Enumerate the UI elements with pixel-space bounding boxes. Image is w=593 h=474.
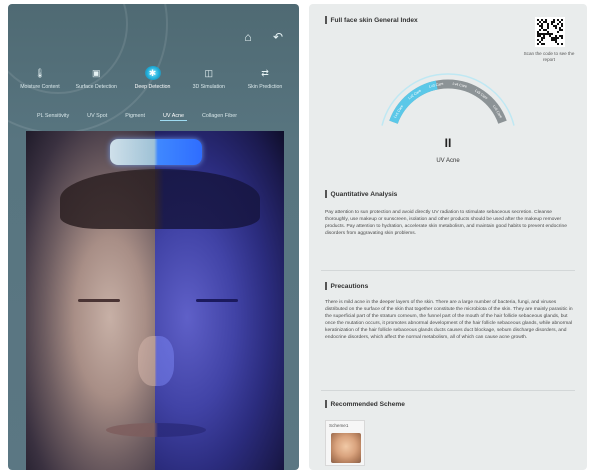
qr-module <box>557 31 559 33</box>
tab-pl-sensitivity[interactable]: PL Sensitivity <box>34 112 72 121</box>
molecule-icon: ✱ <box>144 66 161 80</box>
scheme-thumbnail <box>331 433 361 463</box>
qr-code[interactable] <box>535 17 565 47</box>
qr-module <box>561 43 563 45</box>
mode-3d-simulation[interactable]: ◫ 3D Simulation <box>181 66 237 91</box>
tab-collagen-fiber[interactable]: Collagen Fiber <box>199 112 240 121</box>
mode-skin-prediction[interactable]: ⇄ Skin Prediction <box>237 66 293 91</box>
precautions-text: There is mild acne in the deeper layers … <box>325 300 573 340</box>
qr-module <box>555 27 557 29</box>
section-marker <box>325 282 327 290</box>
hair-region <box>60 169 260 229</box>
mode-label: Skin Prediction <box>247 84 283 90</box>
uv-acne-gauge: Lv1 Care Lv2 Care Lv3 Care Lv4 Care Lv5 Care… <box>363 58 533 176</box>
qr-module <box>537 43 539 45</box>
mode-label: Surface Detection <box>75 84 117 90</box>
detection-mode-bar: 🌡 Moisture Content ▣ Surface Detection ✱… <box>8 66 299 90</box>
face-scan-image <box>26 131 284 470</box>
qr-module <box>557 43 559 45</box>
quantitative-text: Pay attention to sun protection and avoi… <box>325 210 567 236</box>
headband-device <box>110 139 202 165</box>
back-icon[interactable]: ↶ <box>271 30 285 44</box>
left-eye <box>78 299 120 302</box>
report-title-text: Full face skin General Index <box>330 16 418 24</box>
section-marker <box>325 16 327 24</box>
qr-module <box>541 39 543 41</box>
qr-module <box>553 21 555 23</box>
qr-module <box>551 33 553 35</box>
mode-deep-detection[interactable]: ✱ Deep Detection <box>125 66 181 90</box>
mode-label: 3D Simulation <box>192 84 225 90</box>
top-toolbar: ⌂ ↶ <box>241 30 285 44</box>
image-icon: ▣ <box>91 67 101 78</box>
analysis-subtabs: PL Sensitivity UV Spot Pigment UV Acne C… <box>34 112 240 121</box>
section-marker <box>325 400 327 408</box>
mode-label: Deep Detection <box>134 84 171 90</box>
home-icon[interactable]: ⌂ <box>241 30 255 44</box>
thermometer-icon: 🌡 <box>34 67 46 78</box>
qr-module <box>561 19 563 21</box>
qr-module <box>543 43 545 45</box>
tab-uv-acne[interactable]: UV Acne <box>160 112 188 121</box>
report-title: Full face skin General Index <box>325 16 418 24</box>
cube-icon: ◫ <box>204 67 213 78</box>
qr-module <box>557 37 559 39</box>
gauge-label: UV Acne <box>436 158 460 164</box>
mode-surface-detection[interactable]: ▣ Surface Detection <box>68 66 124 91</box>
scheme-card[interactable]: Scheme1 <box>325 420 365 466</box>
tab-pigment[interactable]: Pigment <box>122 112 148 121</box>
qr-module <box>557 23 559 25</box>
swap-icon: ⇄ <box>261 67 269 78</box>
quantitative-heading-text: Quantitative Analysis <box>330 190 398 198</box>
precautions-heading: Precautions <box>325 282 368 290</box>
qr-module <box>561 29 563 31</box>
scheme-card-label: Scheme1 <box>329 423 349 428</box>
divider <box>321 390 575 391</box>
quantitative-heading: Quantitative Analysis <box>325 190 397 198</box>
mode-label: Moisture Content <box>20 84 60 90</box>
qr-module <box>539 29 541 31</box>
mouth-region <box>106 423 206 437</box>
recommended-heading: Recommended Scheme <box>325 400 405 408</box>
nose-region <box>138 336 174 386</box>
divider <box>321 270 575 271</box>
tab-uv-spot[interactable]: UV Spot <box>84 112 110 121</box>
recommended-heading-text: Recommended Scheme <box>330 400 405 408</box>
qr-module <box>543 37 545 39</box>
mode-moisture-content[interactable]: 🌡 Moisture Content <box>12 66 68 91</box>
precautions-heading-text: Precautions <box>330 282 369 290</box>
report-panel: Full face skin General Index Scan the co… <box>309 4 587 470</box>
qr-module <box>561 37 563 39</box>
gauge-value: II <box>444 136 452 150</box>
section-marker <box>325 190 327 198</box>
right-eye <box>196 299 238 302</box>
qr-module <box>561 25 563 27</box>
skin-analyzer-screen: ⌂ ↶ 🌡 Moisture Content ▣ Surface Detecti… <box>8 4 299 470</box>
qr-module <box>547 27 549 29</box>
